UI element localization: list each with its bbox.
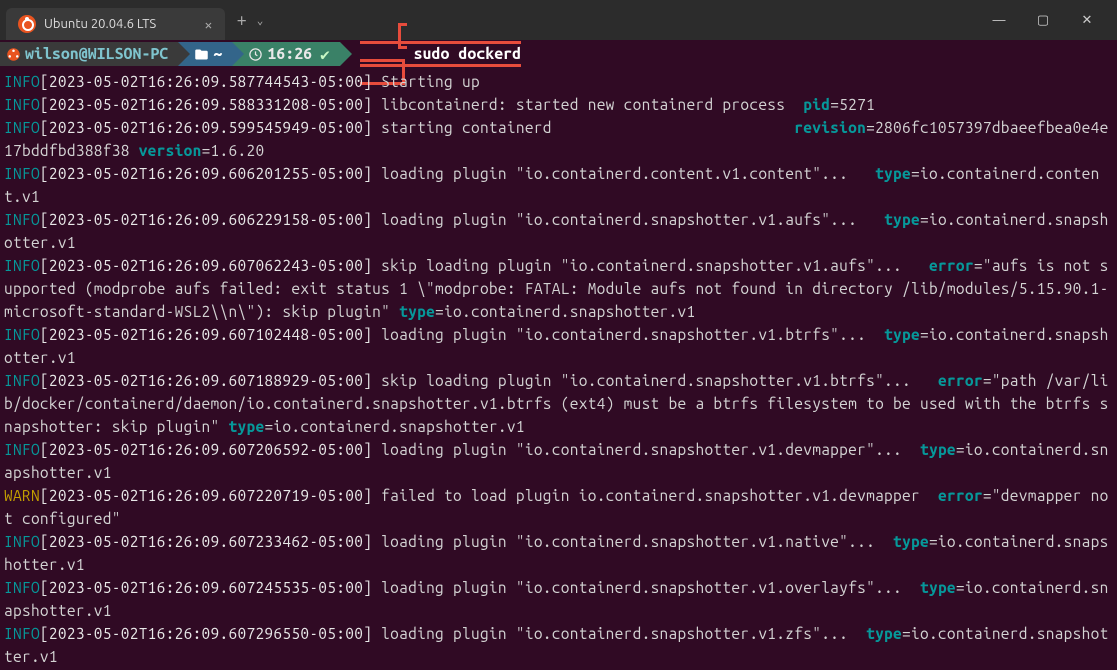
log-line: INFO[2023-05-02T16:26:09.587744543-05:00… bbox=[4, 70, 1113, 93]
log-key: type bbox=[920, 579, 956, 596]
log-message: loading plugin "io.containerd.content.v1… bbox=[372, 165, 875, 182]
minimize-button[interactable]: — bbox=[983, 12, 1015, 28]
log-message: loading plugin "io.containerd.snapshotte… bbox=[372, 625, 866, 642]
log-timestamp: [2023-05-02T16:26:09.607296550-05:00] bbox=[40, 625, 372, 642]
log-message: Starting up bbox=[372, 73, 480, 90]
log-timestamp: [2023-05-02T16:26:09.607102448-05:00] bbox=[40, 326, 372, 343]
log-message: loading plugin "io.containerd.snapshotte… bbox=[372, 533, 893, 550]
close-tab-icon[interactable]: × bbox=[204, 16, 212, 33]
log-key: error bbox=[938, 487, 983, 504]
log-timestamp: [2023-05-02T16:26:09.587744543-05:00] bbox=[40, 73, 372, 90]
log-message: skip loading plugin "io.containerd.snaps… bbox=[372, 372, 938, 389]
tab-dropdown-icon[interactable]: ⌄ bbox=[257, 14, 264, 27]
log-level: INFO bbox=[4, 257, 40, 274]
log-key: type bbox=[920, 441, 956, 458]
log-key: error bbox=[929, 257, 974, 274]
log-level: INFO bbox=[4, 96, 40, 113]
ubuntu-icon bbox=[18, 15, 36, 33]
prompt-check-icon: ✔ bbox=[320, 45, 330, 64]
log-level: INFO bbox=[4, 211, 40, 228]
log-line: INFO[2023-05-02T16:26:09.588331208-05:00… bbox=[4, 93, 1113, 116]
log-timestamp: [2023-05-02T16:26:09.607220719-05:00] bbox=[40, 487, 372, 504]
log-message: starting containerd bbox=[372, 119, 794, 136]
log-line: INFO[2023-05-02T16:26:09.607062243-05:00… bbox=[4, 254, 1113, 323]
log-timestamp: [2023-05-02T16:26:09.607062243-05:00] bbox=[40, 257, 372, 274]
log-line: INFO[2023-05-02T16:26:09.607102448-05:00… bbox=[4, 323, 1113, 369]
log-key: version bbox=[139, 142, 202, 159]
log-key: pid bbox=[803, 96, 830, 113]
log-line: INFO[2023-05-02T16:26:09.607245535-05:00… bbox=[4, 576, 1113, 622]
log-message: skip loading plugin "io.containerd.snaps… bbox=[372, 257, 929, 274]
log-message: libcontainerd: started new containerd pr… bbox=[372, 96, 803, 113]
prompt-time: 16:26 bbox=[267, 45, 312, 63]
new-tab-button[interactable]: + bbox=[237, 10, 247, 30]
command-text: sudo dockerd bbox=[414, 45, 522, 63]
log-timestamp: [2023-05-02T16:26:09.607188929-05:00] bbox=[40, 372, 372, 389]
window-controls: — ▢ ✕ bbox=[983, 12, 1111, 28]
folder-icon bbox=[194, 47, 209, 62]
prompt-time-segment: 16:26 ✔ bbox=[232, 42, 339, 66]
prompt-user-segment: wilson@WILSON-PC bbox=[0, 42, 178, 66]
log-value: =5271 bbox=[830, 96, 875, 113]
prompt-dir: ~ bbox=[213, 45, 222, 63]
log-message: failed to load plugin io.containerd.snap… bbox=[372, 487, 938, 504]
log-level: INFO bbox=[4, 625, 40, 642]
clock-icon bbox=[248, 47, 263, 62]
log-value: =io.containerd.snapshotter.v1 bbox=[264, 418, 524, 435]
log-line: INFO[2023-05-02T16:26:09.599545949-05:00… bbox=[4, 116, 1113, 162]
close-window-button[interactable]: ✕ bbox=[1071, 12, 1103, 28]
log-key: type bbox=[866, 625, 902, 642]
log-message: loading plugin "io.containerd.snapshotte… bbox=[372, 326, 884, 343]
log-line: WARN[2023-05-02T16:26:09.607220719-05:00… bbox=[4, 484, 1113, 530]
terminal-tab[interactable]: Ubuntu 20.04.6 LTS × bbox=[6, 8, 225, 40]
maximize-button[interactable]: ▢ bbox=[1027, 12, 1059, 28]
log-level: INFO bbox=[4, 165, 40, 182]
log-key: type bbox=[229, 418, 265, 435]
log-level: INFO bbox=[4, 533, 40, 550]
log-line: INFO[2023-05-02T16:26:09.606229158-05:00… bbox=[4, 208, 1113, 254]
log-line: INFO[2023-05-02T16:26:09.607206592-05:00… bbox=[4, 438, 1113, 484]
log-line: INFO[2023-05-02T16:26:09.607233462-05:00… bbox=[4, 530, 1113, 576]
log-key: type bbox=[893, 533, 929, 550]
log-timestamp: [2023-05-02T16:26:09.607245535-05:00] bbox=[40, 579, 372, 596]
terminal-output[interactable]: INFO[2023-05-02T16:26:09.587744543-05:00… bbox=[0, 68, 1117, 670]
log-timestamp: [2023-05-02T16:26:09.588331208-05:00] bbox=[40, 96, 372, 113]
log-timestamp: [2023-05-02T16:26:09.606229158-05:00] bbox=[40, 211, 372, 228]
log-timestamp: [2023-05-02T16:26:09.607206592-05:00] bbox=[40, 441, 372, 458]
log-level: INFO bbox=[4, 73, 40, 90]
log-key: type bbox=[875, 165, 911, 182]
titlebar: Ubuntu 20.04.6 LTS × + ⌄ — ▢ ✕ bbox=[0, 0, 1117, 40]
log-timestamp: [2023-05-02T16:26:09.606201255-05:00] bbox=[40, 165, 372, 182]
log-line: INFO[2023-05-02T16:26:09.606201255-05:00… bbox=[4, 162, 1113, 208]
log-value: =1.6.20 bbox=[202, 142, 265, 159]
log-message: loading plugin "io.containerd.snapshotte… bbox=[372, 441, 920, 458]
log-key: type bbox=[884, 326, 920, 343]
prompt-user: wilson@WILSON-PC bbox=[25, 45, 168, 63]
log-key: type bbox=[884, 211, 920, 228]
log-level: INFO bbox=[4, 372, 40, 389]
log-level: INFO bbox=[4, 119, 40, 136]
log-key: error bbox=[938, 372, 983, 389]
log-level: INFO bbox=[4, 579, 40, 596]
log-level: WARN bbox=[4, 487, 40, 504]
log-value: =io.containerd.snapshotter.v1 bbox=[435, 303, 695, 320]
log-key: revision bbox=[794, 119, 866, 136]
log-level: INFO bbox=[4, 326, 40, 343]
shell-prompt: wilson@WILSON-PC ~ 16:26 ✔ sudo dockerd bbox=[0, 40, 1117, 68]
log-timestamp: [2023-05-02T16:26:09.607233462-05:00] bbox=[40, 533, 372, 550]
log-line: INFO[2023-05-02T16:26:09.607188929-05:00… bbox=[4, 369, 1113, 438]
log-timestamp: [2023-05-02T16:26:09.599545949-05:00] bbox=[40, 119, 372, 136]
log-key: type bbox=[399, 303, 435, 320]
log-level: INFO bbox=[4, 441, 40, 458]
tab-title: Ubuntu 20.04.6 LTS bbox=[44, 17, 156, 31]
log-message: loading plugin "io.containerd.snapshotte… bbox=[372, 211, 884, 228]
ubuntu-prompt-icon bbox=[6, 47, 21, 62]
log-message: loading plugin "io.containerd.snapshotte… bbox=[372, 579, 920, 596]
